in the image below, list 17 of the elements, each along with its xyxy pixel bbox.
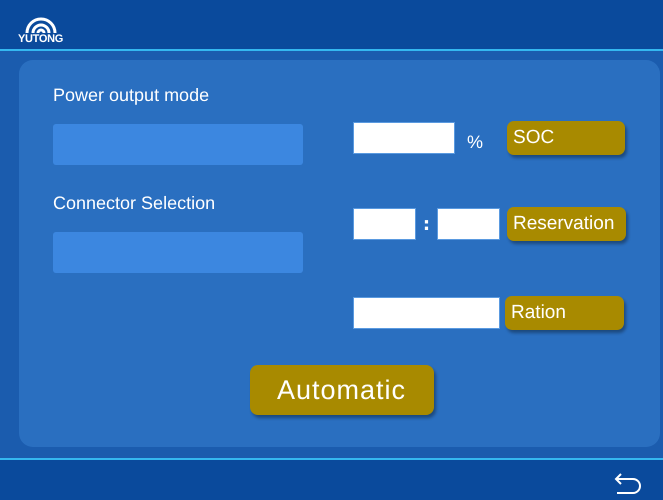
ration-input-field[interactable] [353, 297, 500, 329]
field-label: Power output mode [53, 84, 210, 107]
soc-button[interactable]: SOC [507, 121, 626, 155]
logo-text: YUTONG [18, 34, 64, 45]
reservation-button[interactable]: Reservation [507, 207, 626, 241]
input-field[interactable] [53, 124, 303, 165]
soc-input-field[interactable] [353, 122, 455, 154]
back-button[interactable] [613, 471, 643, 495]
automatic-button[interactable]: Automatic [250, 365, 434, 415]
field-label: Connector Selection [53, 192, 216, 215]
back-icon [613, 471, 643, 495]
hour-input-field[interactable] [353, 208, 416, 240]
time-separator: : [422, 214, 432, 234]
percent-unit: % [467, 132, 484, 152]
input-field[interactable] [53, 232, 303, 273]
minute-input-field[interactable] [437, 208, 500, 240]
ration-button[interactable]: Ration [505, 296, 624, 330]
